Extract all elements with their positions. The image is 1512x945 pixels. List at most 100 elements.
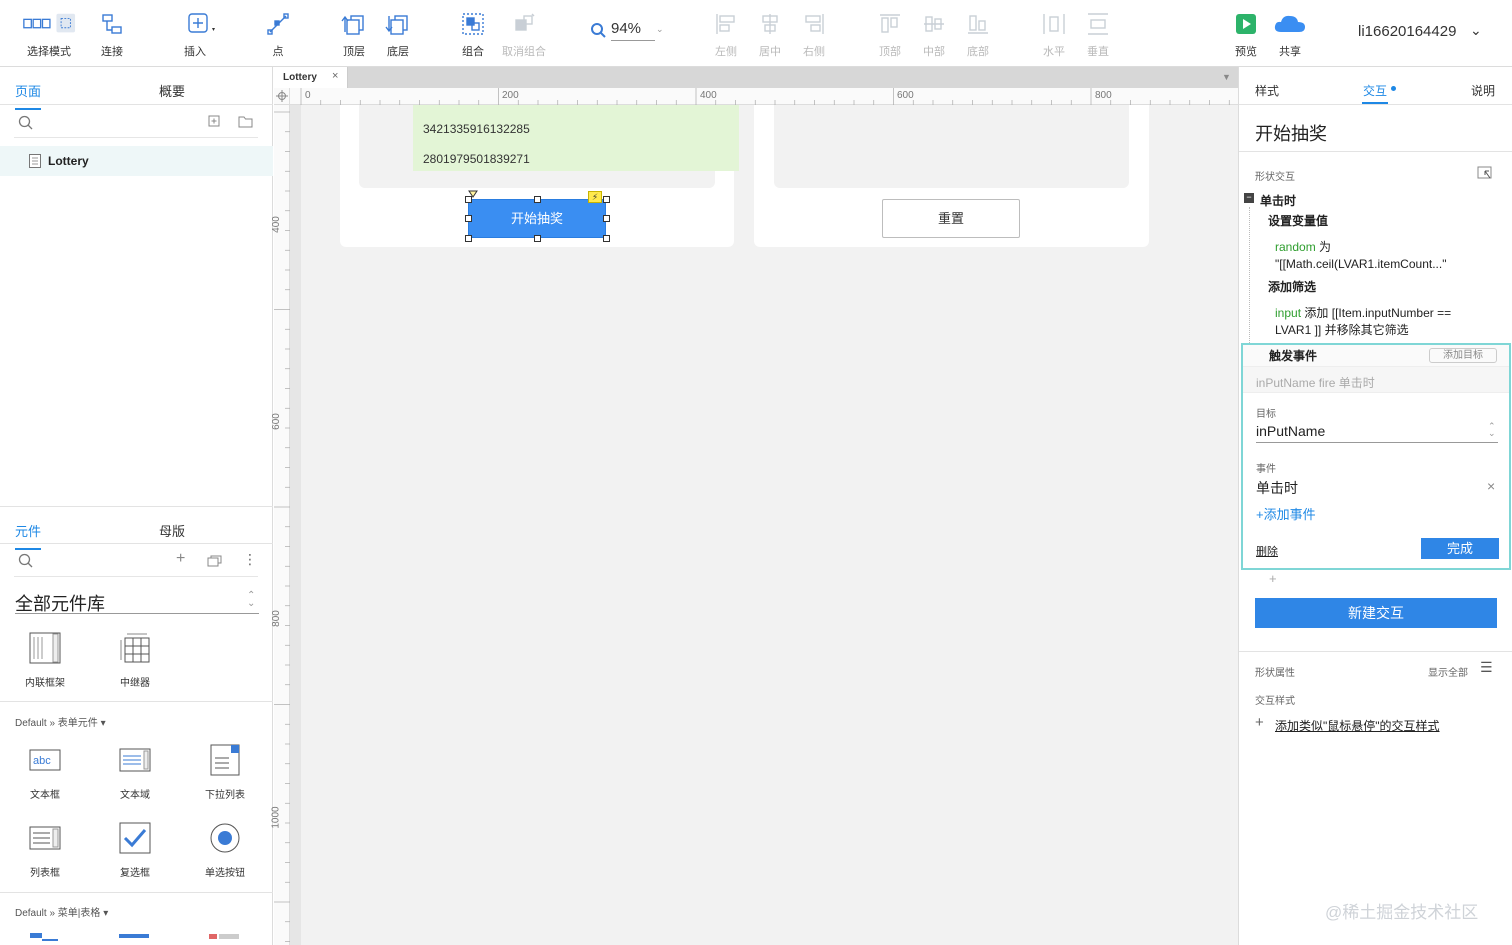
copy-library-icon[interactable] [207, 555, 223, 567]
number-list[interactable]: 1680474815073805 3421335916132285 280197… [413, 105, 739, 171]
connect-button[interactable]: 连接 [85, 10, 139, 59]
target-label: 目标 [1256, 409, 1276, 420]
widget-label: 文本域 [120, 790, 150, 801]
expand-panel-icon[interactable] [1477, 166, 1493, 180]
right-panel: 样式 交互 说明 开始抽奖 形状交互 − 单击时 设置变量值 random 为 … [1238, 67, 1512, 945]
doc-tab-lottery[interactable]: Lottery × [274, 67, 348, 88]
widget-dropdown[interactable]: 下拉列表 [190, 740, 260, 801]
insert-button[interactable]: 插入 [168, 10, 222, 59]
menu-widget-icon[interactable] [209, 934, 239, 945]
main-toolbar: 选择模式 连接 插入 点 顶层 底层 组合 取消组合 94% ⌄ 左侧 居中 右… [0, 0, 1512, 67]
reset-card[interactable]: 重置 [754, 105, 1149, 247]
list-menu-icon[interactable]: ☰ [1480, 659, 1493, 676]
remove-event-icon[interactable]: × [1487, 478, 1495, 494]
zoom-control[interactable]: 94% ⌄ [590, 18, 666, 41]
shape-properties-label: 形状属性 [1255, 668, 1295, 679]
add-library-icon[interactable]: + [176, 550, 185, 568]
widget-repeater[interactable]: 中继器 [100, 628, 170, 689]
widget-textarea[interactable]: 文本域 [100, 740, 170, 801]
section-menu-table[interactable]: Default » 菜单|表格 ▾ [15, 904, 108, 919]
reset-button[interactable]: 重置 [882, 199, 1020, 238]
ruler-label: 800 [270, 610, 282, 627]
variable-to: 为 [1319, 240, 1332, 254]
action-add-filter[interactable]: 添加筛选 [1268, 278, 1316, 295]
align-bottom-label: 底部 [967, 46, 989, 58]
distribute-vertical-button[interactable]: 垂直 [1071, 10, 1125, 59]
ruler-corner[interactable] [274, 88, 290, 105]
event-value[interactable]: 单击时 [1256, 478, 1298, 498]
tab-widgets[interactable]: 元件 [15, 521, 42, 550]
tab-masters[interactable]: 母版 [159, 521, 185, 540]
pages-search-row[interactable] [14, 108, 258, 138]
tab-interactions[interactable]: 交互 [1363, 82, 1387, 99]
add-page-icon[interactable] [208, 115, 220, 127]
start-lottery-button[interactable]: 开始抽奖 [468, 199, 606, 238]
add-folder-icon[interactable] [238, 115, 253, 128]
result-container[interactable] [774, 105, 1129, 188]
group-button[interactable]: 组合 [446, 10, 500, 59]
resize-handle[interactable] [603, 235, 610, 242]
zoom-value: 94% [611, 20, 642, 37]
library-select[interactable]: 全部元件库 ⌃ ⌄ [15, 588, 259, 614]
share-button[interactable]: 共享 [1263, 10, 1317, 59]
lottery-card[interactable]: 1680474815073805 3421335916132285 280197… [340, 105, 739, 247]
widget-inline-frame[interactable]: 内联框架 [10, 628, 80, 689]
widget-checkbox[interactable]: 复选框 [100, 818, 170, 879]
widget-label: 中继器 [120, 678, 150, 689]
username[interactable]: li16620164429 [1358, 23, 1456, 40]
resize-handle[interactable] [465, 235, 472, 242]
user-chevron-down-icon[interactable]: ⌄ [1470, 22, 1482, 39]
resize-handle[interactable] [465, 215, 472, 222]
event-on-click[interactable]: 单击时 [1260, 192, 1296, 209]
page-item-label: Lottery [48, 154, 89, 168]
design-canvas[interactable]: 1680474815073805 3421335916132285 280197… [301, 105, 1238, 945]
bottom-layer-button[interactable]: 底层 [371, 10, 425, 59]
library-search-row[interactable]: + ⋮ [14, 547, 258, 577]
crosshair-icon [276, 90, 288, 102]
add-style-icon[interactable]: + [1255, 714, 1264, 731]
align-right-button[interactable]: 右侧 [787, 10, 841, 59]
add-target-button[interactable]: 添加目标 [1429, 348, 1497, 363]
tabs-dropdown-icon[interactable]: ▼ [1222, 72, 1231, 82]
add-action-icon[interactable]: + [1269, 571, 1277, 586]
add-filter-detail[interactable]: input 添加 [[Item.inputNumber == LVAR1 ]] … [1275, 305, 1451, 339]
widget-listbox[interactable]: 列表框 [10, 818, 80, 879]
canvas-gutter [290, 105, 301, 945]
tab-notes[interactable]: 说明 [1471, 82, 1495, 99]
widget-radio[interactable]: 单选按钮 [190, 818, 260, 879]
point-button[interactable]: 点 [251, 10, 305, 59]
resize-handle[interactable] [603, 215, 610, 222]
new-interaction-button[interactable]: 新建交互 [1255, 598, 1497, 628]
resize-handle[interactable] [534, 196, 541, 203]
select-mode-button[interactable]: 选择模式 [22, 10, 76, 59]
section-form-widgets[interactable]: Default » 表单元件 ▾ [15, 714, 106, 729]
element-title[interactable]: 开始抽奖 [1255, 120, 1327, 146]
close-icon[interactable]: × [332, 70, 338, 82]
ungroup-button[interactable]: 取消组合 [497, 10, 551, 59]
add-event-link[interactable]: +添加事件 [1256, 504, 1316, 523]
target-select[interactable]: inPutName ⌃ ⌄ [1256, 421, 1498, 443]
tab-style[interactable]: 样式 [1255, 82, 1279, 99]
more-vertical-icon[interactable]: ⋮ [243, 551, 257, 568]
doc-tab-label: Lottery [283, 72, 317, 83]
resize-handle[interactable] [465, 196, 472, 203]
add-hover-style-link[interactable]: 添加类似"鼠标悬停"的交互样式 [1275, 717, 1440, 734]
resize-handle[interactable] [534, 235, 541, 242]
resize-handle[interactable] [603, 196, 610, 203]
tab-pages[interactable]: 页面 [15, 81, 42, 110]
lightning-icon[interactable]: ⚡ [588, 191, 602, 203]
collapse-icon[interactable]: − [1244, 193, 1254, 203]
page-item-lottery[interactable]: Lottery [0, 146, 273, 176]
delete-link[interactable]: 删除 [1256, 543, 1278, 559]
action-set-variable[interactable]: 设置变量值 [1268, 212, 1328, 229]
align-bottom-button[interactable]: 底部 [951, 10, 1005, 59]
table-widget-icon[interactable] [119, 934, 149, 945]
show-all-link[interactable]: 显示全部 [1428, 664, 1468, 679]
set-variable-detail[interactable]: random 为 "[[Math.ceil(LVAR1.itemCount...… [1275, 239, 1446, 273]
done-button[interactable]: 完成 [1421, 538, 1499, 559]
tab-outline[interactable]: 概要 [159, 81, 185, 100]
document-tabbar: Lottery × ▼ [274, 67, 1238, 88]
tree-widget-icon[interactable] [30, 933, 60, 945]
action-fire-event[interactable]: 触发事件 [1269, 347, 1317, 364]
widget-textbox[interactable]: abc 文本框 [10, 740, 80, 801]
